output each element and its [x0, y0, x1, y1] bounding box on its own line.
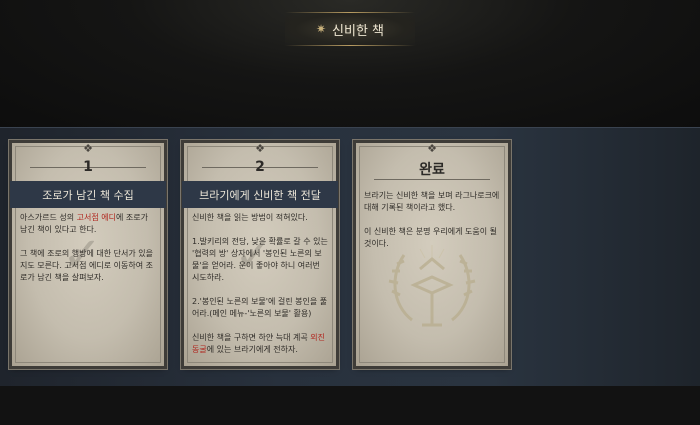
quest-step-card-2[interactable]: ❖ 2 브라기에게 신비한 책 전달 ✓ 신비한 책을 읽는 방법이 적혀있다.… — [182, 142, 338, 366]
quest-complete-card[interactable]: ❖ 완료 브라기는 신비한 책을 보며 라그나로크에 대해 기록된 책이라고 했… — [356, 143, 508, 366]
step-heading: 브라기에게 신비한 책 전달 — [182, 181, 338, 208]
ornament-icon: ❖ — [427, 142, 437, 155]
step-description: 아스가르드 성의 고서점 에디에 조로가 남긴 책이 있다고 한다. 그 책에 … — [20, 213, 154, 282]
step-number: 2 — [255, 159, 265, 175]
step-heading: 조로가 남긴 책 수집 — [10, 181, 166, 208]
quest-title: 신비한 책 — [332, 23, 385, 39]
step-number: 1 — [83, 159, 93, 175]
complete-description: 브라기는 신비한 책을 보며 라그나로크에 대해 기록된 책이라고 했다. 이 … — [364, 191, 500, 248]
complete-title: 완료 — [419, 162, 445, 178]
ornament-icon: ❖ — [83, 142, 93, 155]
quest-step-card-1[interactable]: ❖ 1 조로가 남긴 책 수집 ✓ 아스가르드 성의 고서점 에디에 조로가 남… — [10, 142, 166, 366]
quest-title-banner: ✷ 신비한 책 — [285, 12, 415, 46]
bottom-bar — [0, 386, 700, 425]
ornament-icon: ❖ — [255, 142, 265, 155]
compass-star-icon: ✷ — [315, 22, 327, 36]
step-description: 신비한 책을 읽는 방법이 적혀있다. 1.발키리의 전당, 낮은 확률로 갈 … — [192, 213, 328, 354]
